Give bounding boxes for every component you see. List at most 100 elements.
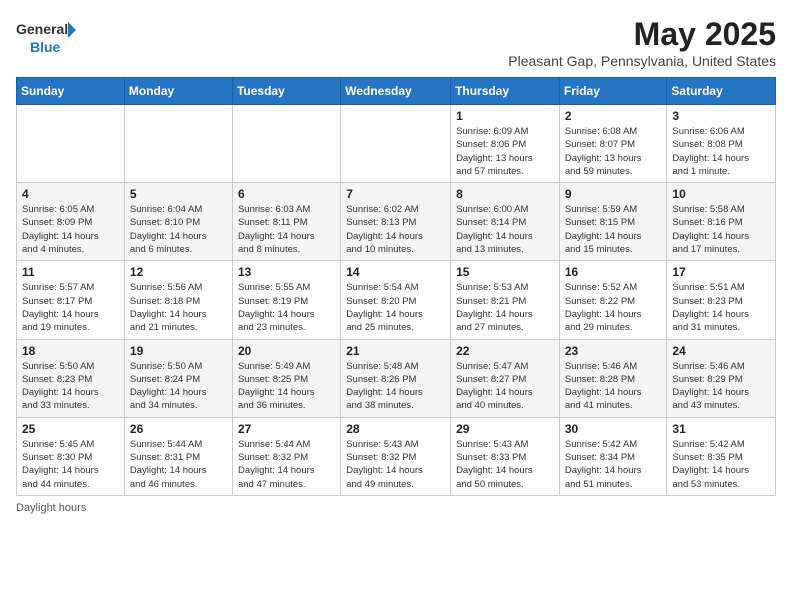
calendar-cell: 30 Sunrise: 5:42 AM Sunset: 8:34 PM Dayli… [559,417,667,495]
day-number: 3 [672,109,770,123]
main-title: May 2025 [508,16,776,53]
day-info: Sunrise: 5:43 AM Sunset: 8:33 PM Dayligh… [456,438,554,491]
day-info: Sunrise: 5:44 AM Sunset: 8:31 PM Dayligh… [130,438,227,491]
day-number: 9 [565,187,662,201]
calendar-cell: 12Sunrise: 5:56 AM Sunset: 8:18 PM Dayli… [124,261,232,339]
calendar-cell: 11Sunrise: 5:57 AM Sunset: 8:17 PM Dayli… [17,261,125,339]
calendar-cell: 31Sunrise: 5:42 AM Sunset: 8:35 PM Dayli… [667,417,776,495]
calendar-cell: 1 Sunrise: 6:09 AM Sunset: 8:06 PM Daylig… [451,105,560,183]
day-header-thursday: Thursday [451,78,560,105]
calendar-cell: 24 Sunrise: 5:46 AM Sunset: 8:29 PM Dayli… [667,339,776,417]
calendar-cell: 23 Sunrise: 5:46 AM Sunset: 8:28 PM Dayli… [559,339,667,417]
day-info: Sunrise: 5:59 AM Sunset: 8:15 PM Dayligh… [565,203,662,256]
svg-text:General: General [16,21,68,37]
calendar-header: SundayMondayTuesdayWednesdayThursdayFrid… [17,78,776,105]
calendar-cell: 10 Sunrise: 5:58 AM Sunset: 8:16 PM Dayli… [667,183,776,261]
calendar-cell: 27Sunrise: 5:44 AM Sunset: 8:32 PM Dayli… [232,417,340,495]
day-header-tuesday: Tuesday [232,78,340,105]
day-number: 1 [456,109,554,123]
day-info: Sunrise: 5:46 AM Sunset: 8:28 PM Dayligh… [565,360,662,413]
day-info: Sunrise: 5:43 AM Sunset: 8:32 PM Dayligh… [346,438,445,491]
day-number: 10 [672,187,770,201]
day-number: 19 [130,344,227,358]
day-header-monday: Monday [124,78,232,105]
calendar-cell: 22 Sunrise: 5:47 AM Sunset: 8:27 PM Dayli… [451,339,560,417]
day-info: Sunrise: 5:46 AM Sunset: 8:29 PM Dayligh… [672,360,770,413]
day-info: Sunrise: 5:55 AM Sunset: 8:19 PM Dayligh… [238,281,335,334]
day-info: Sunrise: 6:02 AM Sunset: 8:13 PM Dayligh… [346,203,445,256]
calendar-cell: 20 Sunrise: 5:49 AM Sunset: 8:25 PM Dayli… [232,339,340,417]
day-info: Sunrise: 5:49 AM Sunset: 8:25 PM Dayligh… [238,360,335,413]
page-header: General Blue May 2025 Pleasant Gap, Penns… [16,16,776,69]
footer: Daylight hours [16,502,776,514]
day-number: 31 [672,422,770,436]
day-number: 15 [456,265,554,279]
day-number: 17 [672,265,770,279]
week-row-3: 11Sunrise: 5:57 AM Sunset: 8:17 PM Dayli… [17,261,776,339]
day-number: 26 [130,422,227,436]
calendar-cell: 15 Sunrise: 5:53 AM Sunset: 8:21 PM Dayli… [451,261,560,339]
week-row-2: 4 Sunrise: 6:05 AM Sunset: 8:09 PM Daylig… [17,183,776,261]
calendar-cell: 18 Sunrise: 5:50 AM Sunset: 8:23 PM Dayli… [17,339,125,417]
day-info: Sunrise: 6:03 AM Sunset: 8:11 PM Dayligh… [238,203,335,256]
calendar-cell: 21 Sunrise: 5:48 AM Sunset: 8:26 PM Dayli… [341,339,451,417]
day-number: 30 [565,422,662,436]
day-number: 18 [22,344,119,358]
calendar-cell: 8 Sunrise: 6:00 AM Sunset: 8:14 PM Daylig… [451,183,560,261]
day-number: 16 [565,265,662,279]
day-info: Sunrise: 6:09 AM Sunset: 8:06 PM Dayligh… [456,125,554,178]
day-number: 14 [346,265,445,279]
week-row-1: 1 Sunrise: 6:09 AM Sunset: 8:06 PM Daylig… [17,105,776,183]
day-info: Sunrise: 5:50 AM Sunset: 8:23 PM Dayligh… [22,360,119,413]
calendar-cell: 26 Sunrise: 5:44 AM Sunset: 8:31 PM Dayli… [124,417,232,495]
day-info: Sunrise: 5:45 AM Sunset: 8:30 PM Dayligh… [22,438,119,491]
day-number: 2 [565,109,662,123]
week-row-4: 18 Sunrise: 5:50 AM Sunset: 8:23 PM Dayli… [17,339,776,417]
day-info: Sunrise: 5:42 AM Sunset: 8:34 PM Dayligh… [565,438,662,491]
calendar-cell: 9 Sunrise: 5:59 AM Sunset: 8:15 PM Daylig… [559,183,667,261]
day-header-sunday: Sunday [17,78,125,105]
calendar-cell: 14Sunrise: 5:54 AM Sunset: 8:20 PM Dayli… [341,261,451,339]
day-info: Sunrise: 5:52 AM Sunset: 8:22 PM Dayligh… [565,281,662,334]
calendar-cell: 28Sunrise: 5:43 AM Sunset: 8:32 PM Dayli… [341,417,451,495]
day-info: Sunrise: 5:53 AM Sunset: 8:21 PM Dayligh… [456,281,554,334]
day-info: Sunrise: 6:08 AM Sunset: 8:07 PM Dayligh… [565,125,662,178]
day-header-saturday: Saturday [667,78,776,105]
svg-text:Blue: Blue [30,39,61,55]
logo-svg: General Blue [16,16,76,56]
day-info: Sunrise: 5:51 AM Sunset: 8:23 PM Dayligh… [672,281,770,334]
calendar-cell: 17 Sunrise: 5:51 AM Sunset: 8:23 PM Dayli… [667,261,776,339]
day-number: 8 [456,187,554,201]
day-info: Sunrise: 6:05 AM Sunset: 8:09 PM Dayligh… [22,203,119,256]
day-header-wednesday: Wednesday [341,78,451,105]
day-info: Sunrise: 5:47 AM Sunset: 8:27 PM Dayligh… [456,360,554,413]
calendar-cell: 6 Sunrise: 6:03 AM Sunset: 8:11 PM Daylig… [232,183,340,261]
daylight-label: Daylight hours [16,502,86,514]
calendar-cell: 25Sunrise: 5:45 AM Sunset: 8:30 PM Dayli… [17,417,125,495]
title-block: May 2025 Pleasant Gap, Pennsylvania, Uni… [508,16,776,69]
calendar-cell: 16 Sunrise: 5:52 AM Sunset: 8:22 PM Dayli… [559,261,667,339]
subtitle: Pleasant Gap, Pennsylvania, United State… [508,53,776,69]
calendar-cell: 7Sunrise: 6:02 AM Sunset: 8:13 PM Daylig… [341,183,451,261]
calendar-cell: 29Sunrise: 5:43 AM Sunset: 8:33 PM Dayli… [451,417,560,495]
calendar-cell: 3Sunrise: 6:06 AM Sunset: 8:08 PM Daylig… [667,105,776,183]
calendar-cell [232,105,340,183]
day-number: 4 [22,187,119,201]
day-number: 6 [238,187,335,201]
day-info: Sunrise: 6:04 AM Sunset: 8:10 PM Dayligh… [130,203,227,256]
day-header-friday: Friday [559,78,667,105]
day-info: Sunrise: 5:58 AM Sunset: 8:16 PM Dayligh… [672,203,770,256]
day-number: 13 [238,265,335,279]
day-number: 23 [565,344,662,358]
day-number: 20 [238,344,335,358]
day-info: Sunrise: 5:50 AM Sunset: 8:24 PM Dayligh… [130,360,227,413]
day-number: 5 [130,187,227,201]
day-info: Sunrise: 5:57 AM Sunset: 8:17 PM Dayligh… [22,281,119,334]
day-info: Sunrise: 5:44 AM Sunset: 8:32 PM Dayligh… [238,438,335,491]
day-number: 21 [346,344,445,358]
calendar-cell: 13 Sunrise: 5:55 AM Sunset: 8:19 PM Dayli… [232,261,340,339]
day-number: 24 [672,344,770,358]
day-info: Sunrise: 6:00 AM Sunset: 8:14 PM Dayligh… [456,203,554,256]
day-info: Sunrise: 5:48 AM Sunset: 8:26 PM Dayligh… [346,360,445,413]
day-number: 22 [456,344,554,358]
